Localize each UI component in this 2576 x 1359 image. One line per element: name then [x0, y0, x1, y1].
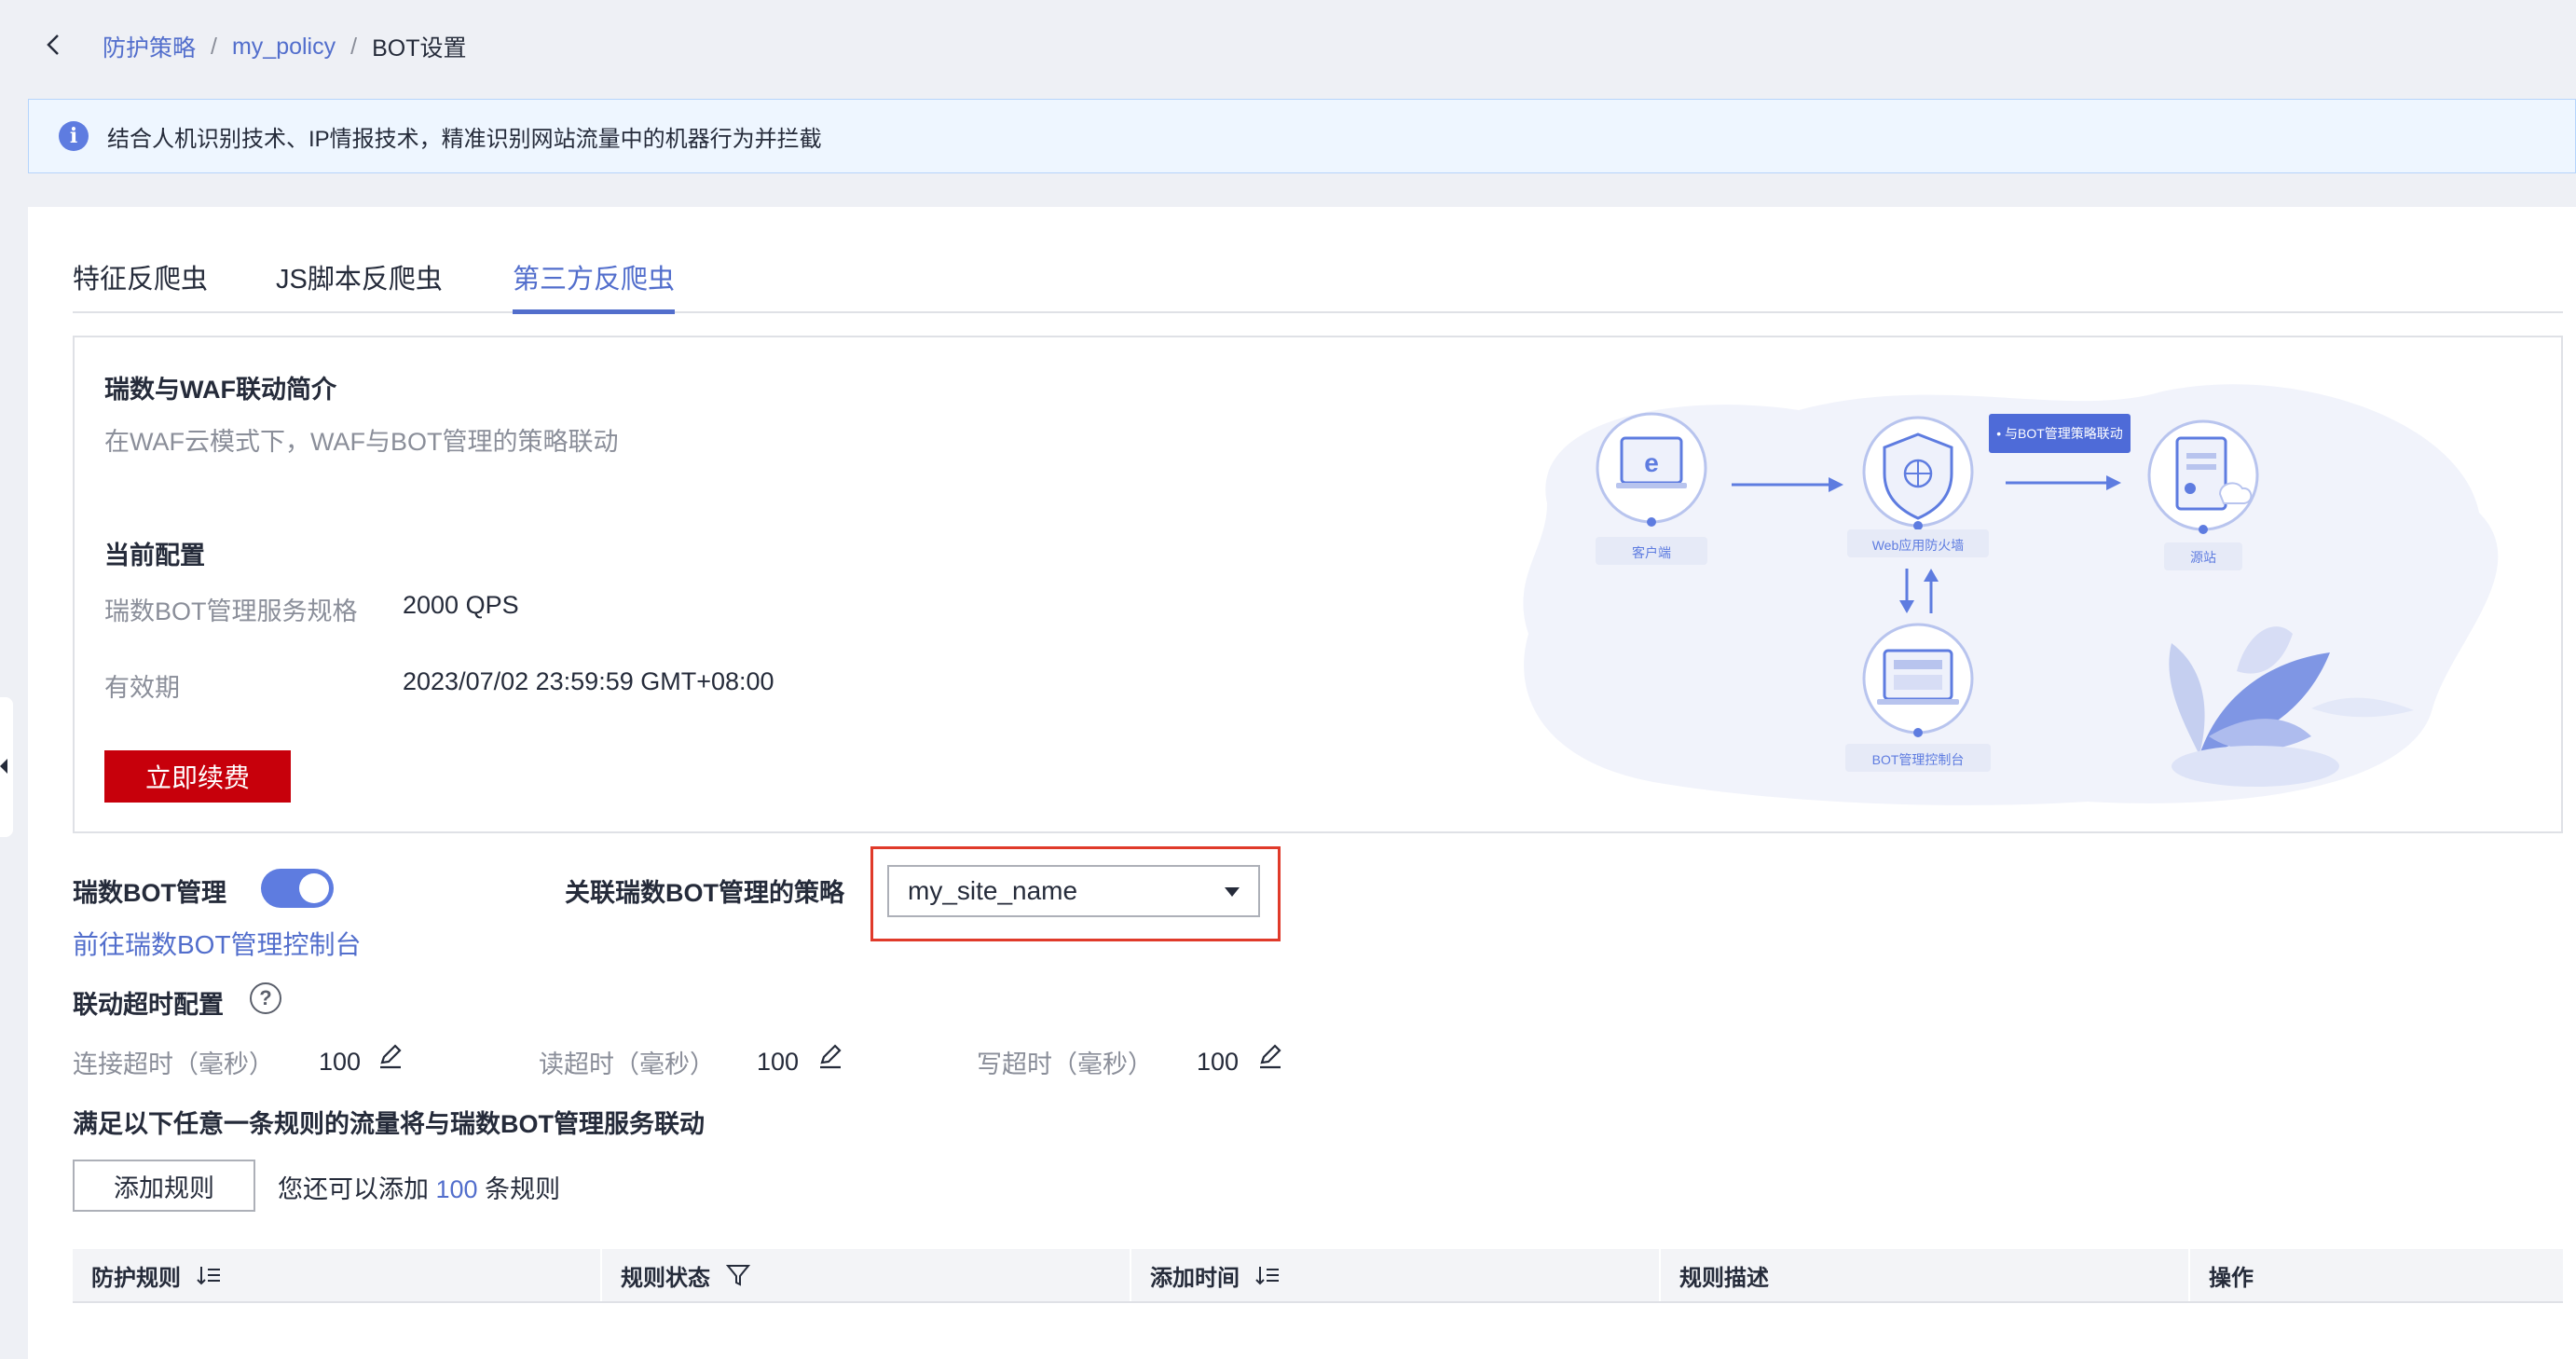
info-icon: i	[59, 121, 89, 151]
breadcrumb-separator: /	[350, 33, 358, 60]
write-timeout-label: 写超时（毫秒）	[977, 1050, 1153, 1078]
column-actions-label: 操作	[2209, 1265, 2254, 1291]
breadcrumb-protection-policy[interactable]: 防护策略	[103, 30, 196, 63]
policy-select-value: my_site_name	[908, 876, 1078, 905]
expiry-value: 2023/07/02 23:59:59 GMT+08:00	[403, 667, 774, 695]
column-rule-status-label: 规则状态	[621, 1265, 710, 1291]
chevron-down-icon	[1225, 887, 1240, 897]
timeout-config-title: 联动超时配置	[73, 991, 224, 1019]
add-rule-button[interactable]: 添加规则	[73, 1160, 255, 1212]
breadcrumb-separator: /	[211, 33, 217, 60]
bot-console-link[interactable]: 前往瑞数BOT管理控制台	[73, 925, 362, 962]
read-timeout-value: 100	[757, 1048, 800, 1076]
column-protection-rule: 防护规则	[73, 1249, 600, 1301]
associated-policy-label: 关联瑞数BOT管理的策略	[565, 879, 844, 907]
column-added-time: 添加时间	[1131, 1249, 1659, 1301]
rules-remaining-suffix: 条规则	[485, 1175, 561, 1203]
policy-select[interactable]: my_site_name	[887, 865, 1260, 917]
rules-remaining-prefix: 您还可以添加	[278, 1175, 429, 1203]
diagram-origin-label: 源站	[2190, 550, 2216, 565]
tab-third-party-anti-crawler[interactable]: 第三方反爬虫	[513, 257, 676, 314]
diagram-badge-label: • 与BOT管理策略联动	[1996, 426, 2123, 441]
bot-management-toggle[interactable]	[261, 869, 334, 908]
sort-icon[interactable]	[196, 1262, 222, 1288]
column-rule-description: 规则描述	[1661, 1249, 2188, 1301]
read-timeout-label: 读超时（毫秒）	[539, 1050, 715, 1078]
column-added-time-label: 添加时间	[1150, 1265, 1240, 1291]
rules-title: 满足以下任意一条规则的流量将与瑞数BOT管理服务联动	[73, 1110, 705, 1138]
diagram-console-label: BOT管理控制台	[1872, 752, 1965, 767]
help-icon[interactable]: ?	[250, 982, 281, 1014]
column-rule-description-label: 规则描述	[1679, 1265, 1769, 1291]
svg-text:e: e	[1644, 448, 1659, 477]
waf-bot-linkage-diagram: e 客户端 Web应用防火墙 • 与BOT管理策略联动 源站 BOT管理控制台	[1523, 384, 2499, 805]
diagram-origin-node: 源站	[2147, 419, 2259, 570]
tab-feature-anti-crawler[interactable]: 特征反爬虫	[73, 257, 208, 309]
expiry-label: 有效期	[104, 674, 180, 702]
sort-icon[interactable]	[1254, 1262, 1281, 1288]
diagram-client-node: e 客户端	[1596, 412, 1707, 565]
write-timeout-value: 100	[1197, 1048, 1240, 1076]
tab-bar: 特征反爬虫 JS脚本反爬虫 第三方反爬虫	[73, 252, 2563, 314]
intro-description: 在WAF云模式下，WAF与BOT管理的策略联动	[104, 428, 619, 456]
rules-remaining-count: 100	[435, 1175, 478, 1203]
edit-icon[interactable]	[816, 1042, 844, 1070]
renew-button[interactable]: 立即续费	[104, 750, 291, 803]
rules-remaining: 您还可以添加 100 条规则	[278, 1169, 560, 1205]
intro-title: 瑞数与WAF联动简介	[104, 376, 336, 404]
spec-label: 瑞数BOT管理服务规格	[104, 597, 358, 625]
column-actions: 操作	[2190, 1249, 2563, 1301]
column-rule-status: 规则状态	[602, 1249, 1130, 1301]
info-banner: i 结合人机识别技术、IP情报技术，精准识别网站流量中的机器行为并拦截	[28, 99, 2576, 173]
diagram-client-label: 客户端	[1632, 545, 1671, 560]
info-banner-text: 结合人机识别技术、IP情报技术，精准识别网站流量中的机器行为并拦截	[107, 126, 822, 152]
column-protection-rule-label: 防护规则	[91, 1265, 181, 1291]
back-arrow-icon[interactable]	[37, 28, 71, 62]
filter-icon[interactable]	[725, 1262, 751, 1288]
connect-timeout-value: 100	[319, 1048, 362, 1076]
bot-management-label: 瑞数BOT管理	[73, 879, 226, 907]
spec-value: 2000 QPS	[403, 591, 519, 619]
tab-js-anti-crawler[interactable]: JS脚本反爬虫	[276, 257, 443, 309]
edit-icon[interactable]	[1256, 1042, 1284, 1070]
diagram-waf-label: Web应用防火墙	[1872, 538, 1965, 553]
breadcrumb-policy-name[interactable]: my_policy	[232, 34, 336, 61]
sidebar-collapse-handle[interactable]	[0, 697, 13, 837]
current-config-title: 当前配置	[104, 542, 205, 570]
rules-table-header: 防护规则 规则状态 添加时间 规则描述 操作	[73, 1249, 2563, 1303]
edit-icon[interactable]	[377, 1042, 404, 1070]
breadcrumb-current: BOT设置	[372, 35, 467, 62]
breadcrumb: 防护策略 / my_policy / BOT设置	[103, 30, 466, 63]
connect-timeout-label: 连接超时（毫秒）	[73, 1050, 274, 1078]
diagram-linkage-badge: • 与BOT管理策略联动	[1989, 414, 2131, 453]
